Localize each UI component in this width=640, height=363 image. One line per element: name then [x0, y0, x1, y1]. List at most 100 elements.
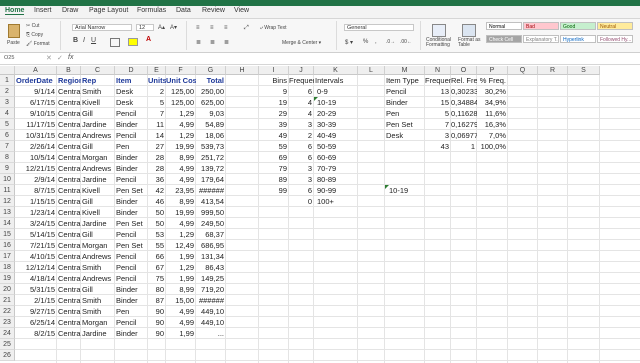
cell-a17[interactable]: 4/10/15	[15, 251, 57, 262]
cell-g7[interactable]: 539,73	[196, 141, 226, 152]
cell-o3[interactable]: 0,34884	[451, 97, 477, 108]
decrease-font-icon[interactable]: A▾	[170, 24, 177, 31]
cell-f17[interactable]: 1,99	[166, 251, 196, 262]
cell-g18[interactable]: 86,43	[196, 262, 226, 273]
cell-a15[interactable]: 5/14/15	[15, 229, 57, 240]
orientation-icon[interactable]: ⤢	[244, 25, 249, 32]
row-header-10[interactable]: 10	[0, 174, 15, 185]
align-center-icon[interactable]: ≣	[210, 39, 215, 46]
font-color-icon[interactable]: A	[146, 36, 151, 43]
comma-icon[interactable]: ,	[375, 39, 377, 45]
decrease-decimal-icon[interactable]: .00←	[400, 39, 412, 45]
row-header-7[interactable]: 7	[0, 141, 15, 152]
cell-f15[interactable]: 1,29	[166, 229, 196, 240]
cell-d10[interactable]: Pencil	[115, 174, 148, 185]
cell-g17[interactable]: 131,34	[196, 251, 226, 262]
cell-a2[interactable]: 9/1/14	[15, 86, 57, 97]
cell-i4[interactable]: 29	[259, 108, 289, 119]
italic-button[interactable]: I	[83, 37, 85, 44]
cell-m7[interactable]	[385, 141, 425, 152]
column-header-b[interactable]: B	[57, 66, 81, 75]
cell-a19[interactable]: 4/18/14	[15, 273, 57, 284]
cell-i10[interactable]: 89	[259, 174, 289, 185]
cell-o7[interactable]: 1	[451, 141, 477, 152]
cell-e14[interactable]: 50	[148, 218, 166, 229]
cell-k7[interactable]: 50-59	[314, 141, 358, 152]
cell-e17[interactable]: 66	[148, 251, 166, 262]
cell-a12[interactable]: 1/15/15	[15, 196, 57, 207]
row-header-22[interactable]: 22	[0, 306, 15, 317]
cell-j5[interactable]: 3	[289, 119, 314, 130]
tab-draw[interactable]: Draw	[62, 7, 78, 14]
cell-f20[interactable]: 8,99	[166, 284, 196, 295]
cell-b6[interactable]: Central	[57, 130, 81, 141]
cell-f19[interactable]: 1,99	[166, 273, 196, 284]
cell-m4[interactable]: Pen	[385, 108, 425, 119]
cell-c13[interactable]: Kivell	[81, 207, 115, 218]
cell-b19[interactable]: Central	[57, 273, 81, 284]
row-header-20[interactable]: 20	[0, 284, 15, 295]
cell-style-neutral[interactable]: Neutral	[597, 22, 633, 30]
cell-g21[interactable]: ######	[196, 295, 226, 306]
cell-e20[interactable]: 80	[148, 284, 166, 295]
cell-e21[interactable]: 87	[148, 295, 166, 306]
cell-g10[interactable]: 179,64	[196, 174, 226, 185]
cell-g6[interactable]: 18,06	[196, 130, 226, 141]
tab-data[interactable]: Data	[176, 7, 191, 14]
column-header-i[interactable]: I	[259, 66, 289, 75]
cell-f6[interactable]: 1,29	[166, 130, 196, 141]
row-header-15[interactable]: 15	[0, 229, 15, 240]
cell-k12[interactable]: 100+	[314, 196, 358, 207]
error-indicator-icon[interactable]	[314, 97, 318, 101]
cell-d15[interactable]: Pencil	[115, 229, 148, 240]
conditional-formatting-label[interactable]: Conditional Formatting	[426, 38, 456, 48]
cell-f3[interactable]: 125,00	[166, 97, 196, 108]
cell-d19[interactable]: Pencil	[115, 273, 148, 284]
cell-e2[interactable]: 2	[148, 86, 166, 97]
cell-g4[interactable]: 9,03	[196, 108, 226, 119]
cell-k5[interactable]: 30-39	[314, 119, 358, 130]
cell-g2[interactable]: 250,00	[196, 86, 226, 97]
cell-c23[interactable]: Morgan	[81, 317, 115, 328]
cell-f14[interactable]: 4,99	[166, 218, 196, 229]
row-header-6[interactable]: 6	[0, 130, 15, 141]
cell-a11[interactable]: 8/7/15	[15, 185, 57, 196]
tab-review[interactable]: Review	[202, 7, 225, 14]
cell-a21[interactable]: 2/1/15	[15, 295, 57, 306]
cell-e9[interactable]: 28	[148, 163, 166, 174]
cell-g3[interactable]: 625,00	[196, 97, 226, 108]
cell-style-good[interactable]: Good	[560, 22, 596, 30]
cell-f13[interactable]: 19,99	[166, 207, 196, 218]
cell-e22[interactable]: 90	[148, 306, 166, 317]
cell-c17[interactable]: Andrews	[81, 251, 115, 262]
row-header-13[interactable]: 13	[0, 207, 15, 218]
row-header-9[interactable]: 9	[0, 163, 15, 174]
cell-k8[interactable]: 60-69	[314, 152, 358, 163]
cell-j8[interactable]: 6	[289, 152, 314, 163]
row-header-12[interactable]: 12	[0, 196, 15, 207]
cell-c20[interactable]: Gill	[81, 284, 115, 295]
cell-m5[interactable]: Pen Set	[385, 119, 425, 130]
cell-g22[interactable]: 449,10	[196, 306, 226, 317]
formula-cancel-icon[interactable]: ✕	[46, 54, 52, 62]
tab-view[interactable]: View	[234, 7, 249, 14]
bold-button[interactable]: B	[73, 37, 78, 44]
cell-style-hyperlink[interactable]: Hyperlink	[560, 35, 596, 43]
cell-d21[interactable]: Binder	[115, 295, 148, 306]
cell-e6[interactable]: 14	[148, 130, 166, 141]
column-header-n[interactable]: N	[425, 66, 451, 75]
format-as-table-label[interactable]: Format as Table	[458, 38, 482, 48]
cut-button[interactable]: ✂ Cut	[26, 23, 39, 29]
cell-style-explanatory-t[interactable]: Explanatory T...	[523, 35, 559, 43]
cell-n4[interactable]: 5	[425, 108, 451, 119]
cell-b18[interactable]: Central	[57, 262, 81, 273]
cell-d24[interactable]: Binder	[115, 328, 148, 339]
row-header-23[interactable]: 23	[0, 317, 15, 328]
cell-j4[interactable]: 4	[289, 108, 314, 119]
cell-k11[interactable]: 90-99	[314, 185, 358, 196]
cell-g19[interactable]: 149,25	[196, 273, 226, 284]
cell-f16[interactable]: 12,49	[166, 240, 196, 251]
formula-enter-icon[interactable]: ✓	[57, 54, 63, 62]
column-header-l[interactable]: L	[358, 66, 385, 75]
cell-c1[interactable]: Rep	[81, 75, 115, 86]
